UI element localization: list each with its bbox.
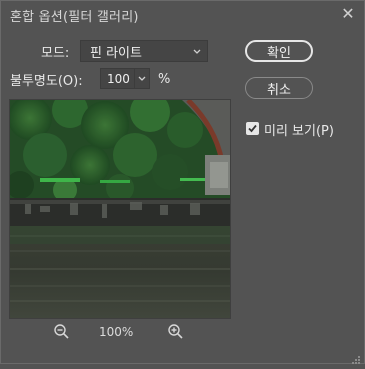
preview-label[interactable]: 미리 보기(P) (264, 120, 334, 139)
mode-select[interactable]: 핀 라이트 (80, 40, 208, 62)
chevron-down-icon[interactable] (134, 69, 149, 88)
checkmark-icon (248, 124, 257, 133)
cancel-button[interactable]: 취소 (245, 77, 313, 99)
opacity-unit: % (158, 71, 171, 87)
resize-grip-icon[interactable] (351, 350, 361, 364)
mode-label: 모드: (41, 45, 70, 61)
blend-options-dialog: 혼합 옵션(필터 갤러리) ✕ 모드: 핀 라이트 불투명도(O): 100 %… (0, 0, 365, 364)
opacity-row: 불투명도(O): (10, 69, 83, 89)
title-bar[interactable]: 혼합 옵션(필터 갤러리) ✕ (1, 1, 364, 29)
opacity-value[interactable]: 100 (101, 72, 134, 86)
zoom-out-icon[interactable] (53, 323, 71, 341)
dialog-title: 혼합 옵션(필터 갤러리) (10, 9, 139, 25)
zoom-level: 100% (99, 325, 134, 339)
chevron-down-icon (192, 43, 202, 62)
preview-checkbox[interactable] (246, 122, 259, 135)
opacity-input[interactable]: 100 (100, 68, 150, 89)
ok-button[interactable]: 확인 (245, 40, 313, 62)
close-icon[interactable]: ✕ (339, 4, 357, 23)
opacity-label: 불투명도(O): (10, 73, 83, 89)
zoom-bar: 100% (1, 323, 241, 343)
preview-image (9, 99, 231, 319)
mode-value: 핀 라이트 (90, 45, 142, 61)
mode-row: 모드: (41, 41, 69, 61)
opacity-unit-row: % (158, 69, 170, 89)
zoom-in-icon[interactable] (167, 323, 185, 341)
preview-row[interactable]: 미리 보기(P) (264, 119, 334, 139)
